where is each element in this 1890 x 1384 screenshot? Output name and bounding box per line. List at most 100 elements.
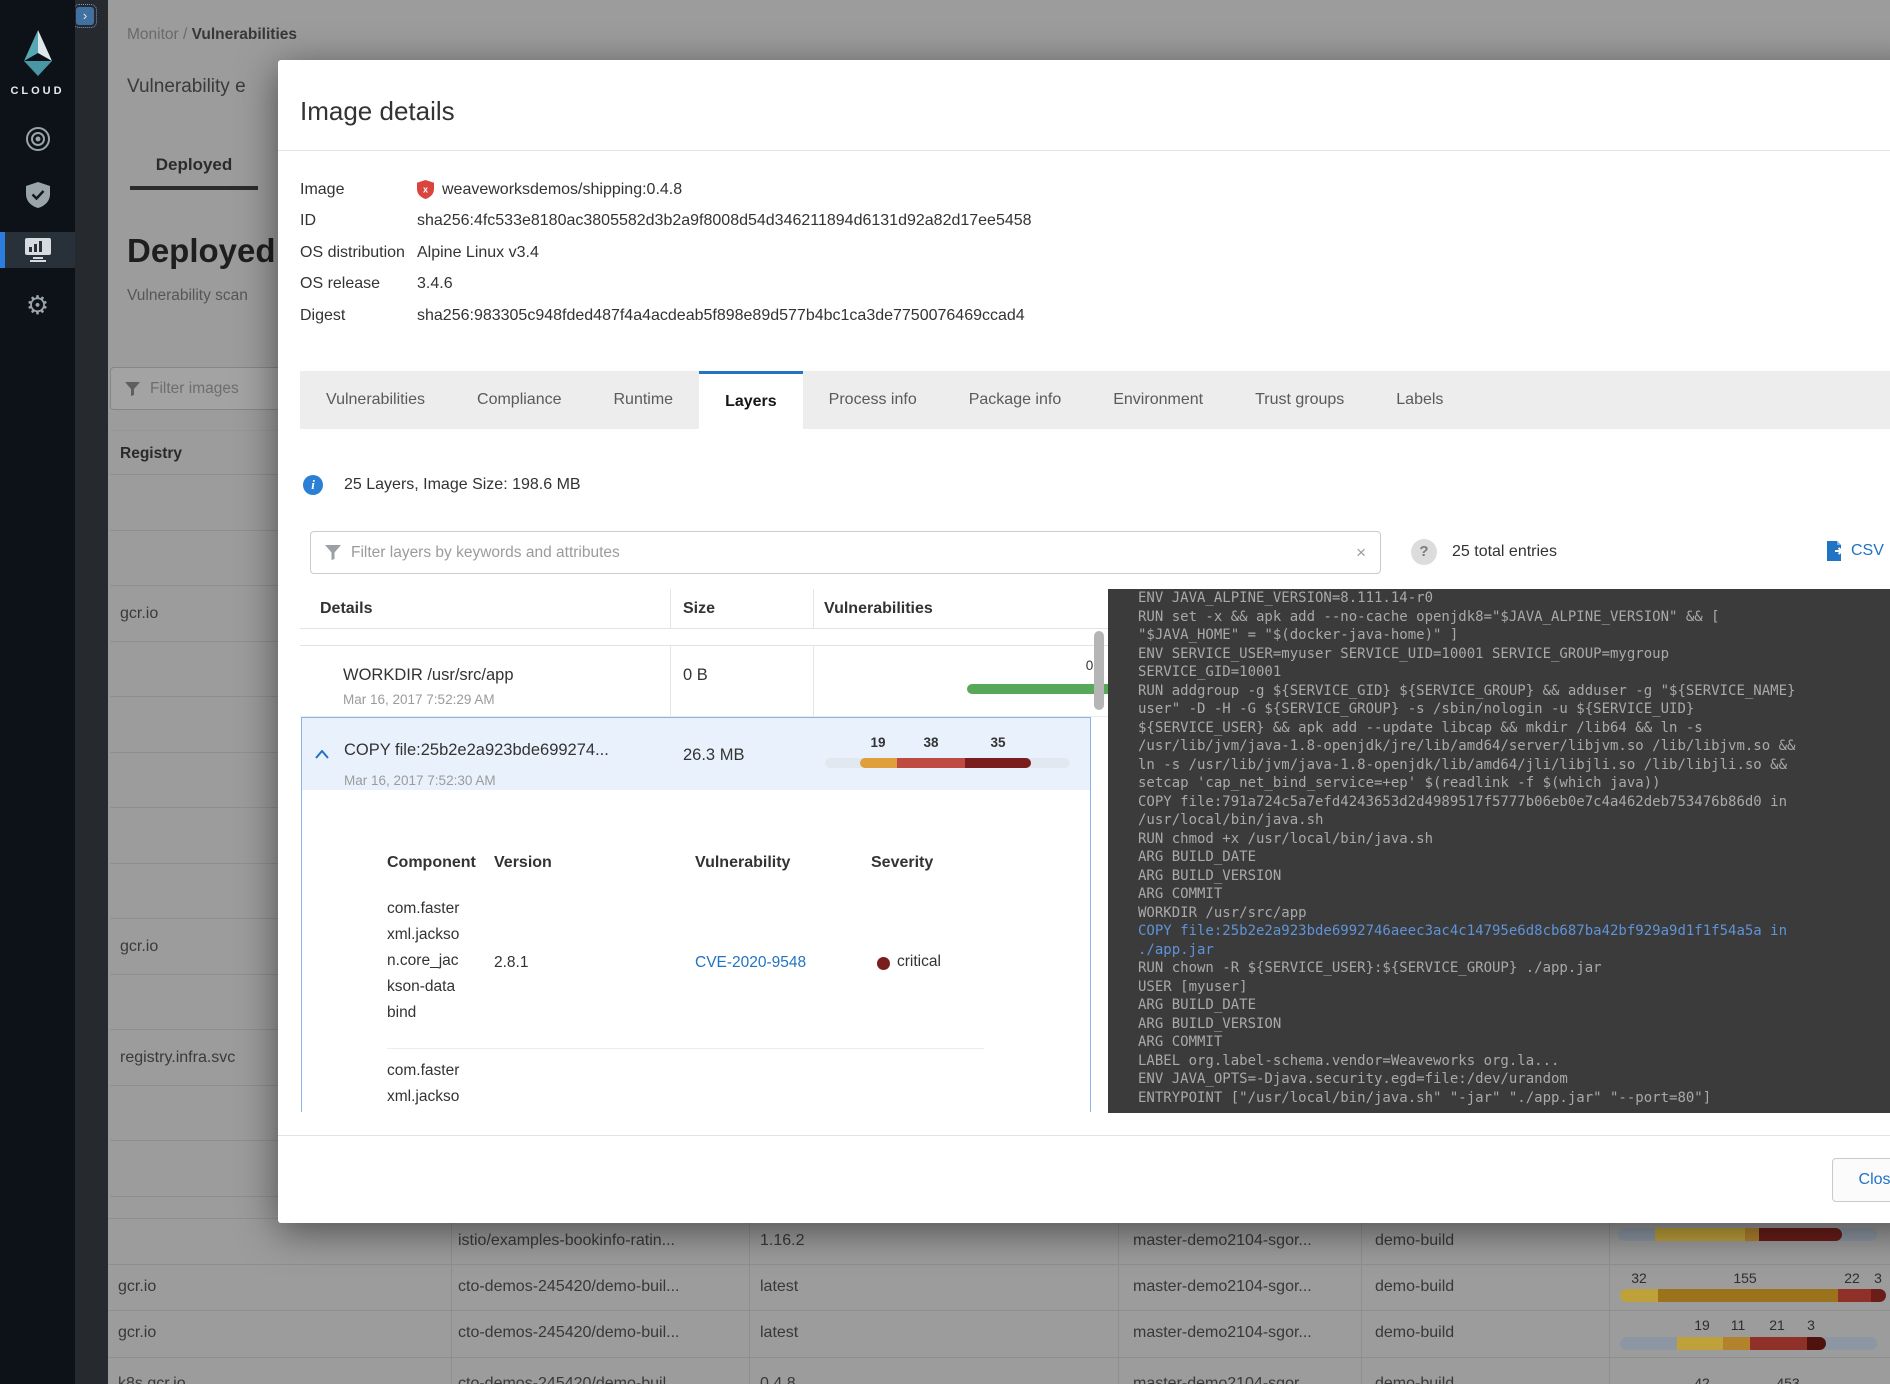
- vuln-count: 3: [1874, 1270, 1882, 1286]
- dockerfile-line-highlighted: COPY file:25b2e2a923bde6992746aeec3ac4c1…: [1138, 922, 1808, 959]
- table-row[interactable]: gcr.io cto-demos-245420/demo-buil... lat…: [108, 1264, 1890, 1310]
- expand-sidebar-button[interactable]: ›: [76, 7, 94, 25]
- cell-host: master-demo2104-sgor...: [1133, 1232, 1312, 1250]
- dockerfile-line: ARG COMMIT: [1138, 885, 1808, 904]
- tab-compliance[interactable]: Compliance: [451, 371, 587, 429]
- image-fields: Image x weaveworksdemos/shipping:0.4.8 I…: [300, 174, 1032, 332]
- field-value-os-release: 3.4.6: [417, 275, 453, 293]
- funnel-icon: [325, 545, 341, 560]
- vulnerability-bar: [1620, 1337, 1877, 1350]
- tab-process-info[interactable]: Process info: [803, 371, 943, 429]
- column-header-details: Details: [300, 589, 670, 628]
- csv-export-button[interactable]: CSV: [1826, 541, 1884, 561]
- radar-icon: [25, 126, 51, 152]
- table-scrollbar[interactable]: [1094, 631, 1104, 710]
- field-label-os-distribution: OS distribution: [300, 244, 417, 262]
- dockerfile-line: COPY file:791a724c5a7efd4243653d2d498951…: [1138, 793, 1808, 830]
- vuln-count-medium: 19: [870, 735, 885, 750]
- sidebar-item-defend[interactable]: [0, 175, 75, 215]
- dockerfile-line: RUN addgroup -g ${SERVICE_GID} ${SERVICE…: [1138, 682, 1808, 793]
- breadcrumb-divider: /: [183, 26, 192, 43]
- layer-expanded-detail: Component Version Vulnerability Severity…: [301, 790, 1091, 1112]
- chevron-up-icon[interactable]: [315, 750, 329, 759]
- sidebar-item-manage[interactable]: ⚙: [0, 286, 75, 326]
- bg-filter-placeholder: Filter images: [150, 380, 239, 398]
- cell-repository: cto-demos-245420/demo-buil...: [458, 1375, 679, 1384]
- tab-vulnerabilities[interactable]: Vulnerabilities: [300, 371, 451, 429]
- dockerfile-line: RUN chown -R ${SERVICE_USER}:${SERVICE_G…: [1138, 959, 1808, 978]
- field-label-image: Image: [300, 181, 417, 199]
- tab-trust-groups[interactable]: Trust groups: [1229, 371, 1370, 429]
- dockerfile-line: RUN chmod +x /usr/local/bin/java.sh: [1138, 830, 1808, 849]
- spacer: [300, 629, 1108, 646]
- dockerfile-line: ENV JAVA_ALPINE_VERSION=8.111.14-r0: [1138, 589, 1808, 608]
- tab-labels[interactable]: Labels: [1370, 371, 1469, 429]
- divider: [278, 1135, 1890, 1136]
- layer-row-workdir[interactable]: WORKDIR /usr/src/app Mar 16, 2017 7:52:2…: [300, 646, 1108, 717]
- nav-rail: CLOUD: [0, 0, 75, 1384]
- layer-row-copy-selected[interactable]: COPY file:25b2e2a923bde699274... Mar 16,…: [301, 717, 1091, 790]
- column-header-size: Size: [670, 589, 813, 628]
- total-entries: 25 total entries: [1452, 539, 1557, 565]
- dockerfile-line: ENV SERVICE_USER=myuser SERVICE_UID=1000…: [1138, 645, 1808, 682]
- cell-host: master-demo2104-sgor...: [1133, 1278, 1312, 1296]
- breadcrumb: Monitor / Vulnerabilities: [127, 26, 297, 44]
- bg-page-title: Vulnerability e: [127, 76, 246, 98]
- dockerfile-line: ARG BUILD_VERSION: [1138, 1015, 1808, 1034]
- cell-repository: cto-demos-245420/demo-buil...: [458, 1324, 679, 1342]
- cve-link[interactable]: CVE-2020-9548: [695, 954, 806, 972]
- dockerfile-line: ARG BUILD_VERSION: [1138, 867, 1808, 886]
- help-icon[interactable]: ?: [1411, 539, 1437, 565]
- close-button[interactable]: Close: [1832, 1158, 1890, 1202]
- tab-layers[interactable]: Layers: [699, 371, 803, 429]
- table-row[interactable]: gcr.io cto-demos-245420/demo-buil... lat…: [108, 1310, 1890, 1357]
- csv-export-icon: [1826, 541, 1845, 561]
- field-value-image: weaveworksdemos/shipping:0.4.8: [442, 181, 682, 199]
- dockerfile-line: LABEL org.label-schema.vendor=Weaveworks…: [1138, 1052, 1808, 1071]
- table-row[interactable]: k8s.gcr.io cto-demos-245420/demo-buil...…: [108, 1357, 1890, 1384]
- cell-registry: k8s.gcr.io: [118, 1375, 186, 1384]
- sidebar-item-monitor[interactable]: [0, 232, 75, 268]
- vuln-count: 22: [1844, 1270, 1860, 1286]
- vulnerability-bar: [825, 758, 1070, 768]
- cell-registry: gcr.io: [118, 1324, 156, 1342]
- vuln-count: 19: [1694, 1317, 1710, 1333]
- bg-filter-images-input[interactable]: Filter images: [110, 367, 305, 410]
- tab-package-info[interactable]: Package info: [943, 371, 1088, 429]
- dockerfile-line: ARG BUILD_DATE: [1138, 848, 1808, 867]
- component-name: com.fasterxml.jackson.core_jackson-datab…: [387, 1058, 463, 1112]
- app-logo-text: CLOUD: [0, 85, 75, 97]
- app-logo-icon[interactable]: [17, 30, 59, 76]
- field-label-digest: Digest: [300, 307, 417, 325]
- layer-date: Mar 16, 2017 7:52:30 AM: [344, 773, 496, 788]
- tab-deployed[interactable]: Deployed: [130, 145, 258, 190]
- cell-repository: cto-demos-245420/demo-buil...: [458, 1278, 679, 1296]
- gear-icon: ⚙: [26, 293, 49, 319]
- layers-summary-text: 25 Layers, Image Size: 198.6 MB: [344, 476, 581, 494]
- vuln-count: 155: [1733, 1270, 1756, 1286]
- table-row[interactable]: istio/examples-bookinfo-ratin... 1.16.2 …: [108, 1218, 1890, 1264]
- dockerfile-line: USER [myuser]: [1138, 978, 1808, 997]
- cell-host: master-demo2104-sgor...: [1133, 1375, 1312, 1384]
- cell-tag: 0.4.8: [760, 1375, 796, 1384]
- bg-section-subtitle: Vulnerability scan: [127, 287, 248, 305]
- vuln-count: 21: [1769, 1317, 1785, 1333]
- tab-environment[interactable]: Environment: [1087, 371, 1229, 429]
- breadcrumb-section[interactable]: Monitor: [127, 26, 179, 43]
- component-version: 2.8.1: [494, 954, 528, 972]
- sidebar-item-radar[interactable]: [0, 119, 75, 159]
- vuln-count: 0: [967, 658, 1108, 673]
- dockerfile-panel: ENV JAVA_ALPINE_VERSION=8.111.14-r0RUN s…: [1108, 589, 1890, 1113]
- field-value-digest: sha256:983305c948fded487f4a4acdeab5f898e…: [417, 307, 1025, 325]
- clear-filter-icon[interactable]: ×: [1356, 543, 1366, 563]
- severity-critical-icon: [877, 957, 890, 970]
- cell-repository: istio/examples-bookinfo-ratin...: [458, 1232, 675, 1250]
- column-header-severity: Severity: [871, 854, 933, 872]
- vulnerability-bar: [1618, 1228, 1877, 1241]
- divider: [387, 1048, 984, 1049]
- csv-export-label: CSV: [1851, 542, 1884, 560]
- info-icon: i: [303, 475, 323, 495]
- filter-layers-input[interactable]: [351, 544, 1356, 562]
- cell-registry: gcr.io: [118, 1278, 156, 1296]
- tab-runtime[interactable]: Runtime: [588, 371, 700, 429]
